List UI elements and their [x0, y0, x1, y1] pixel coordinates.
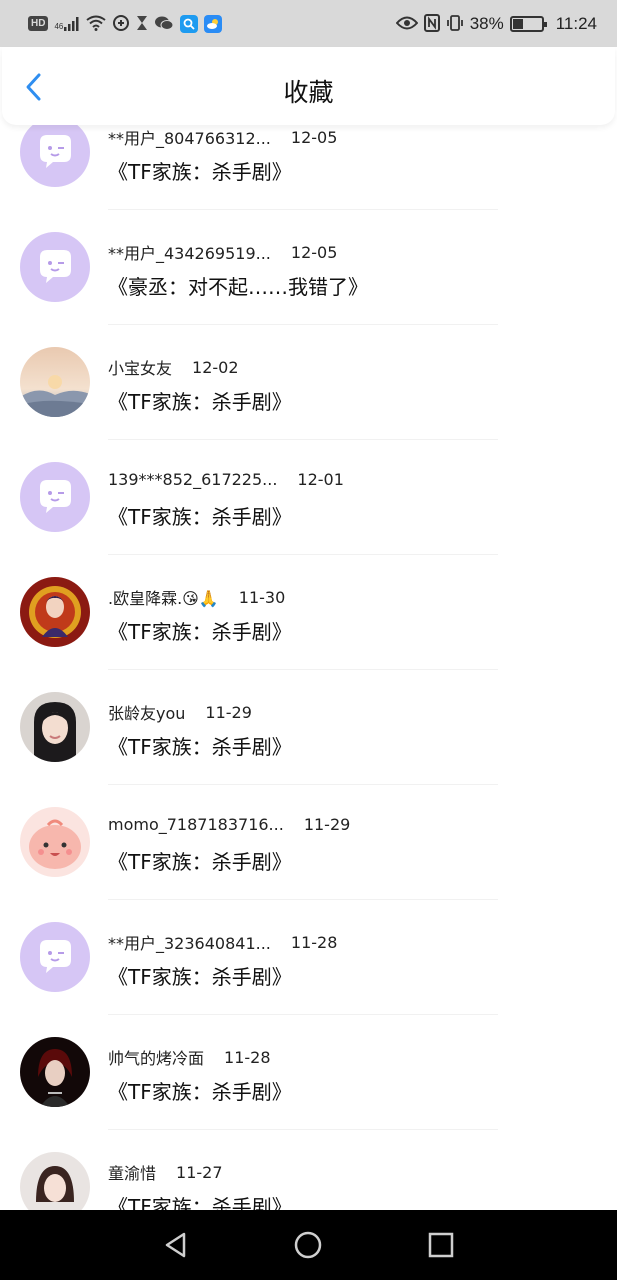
list-item[interactable]: **用户_323640841... 11-28 《TF家族：杀手剧》 [0, 900, 617, 1015]
eye-icon [395, 16, 419, 32]
item-meta: **用户_804766312... 12-05 [108, 125, 337, 149]
user-name: 帅气的烤冷面 [108, 1049, 205, 1068]
item-meta: momo_7187183716... 11-29 [108, 815, 350, 834]
vibrate-icon [446, 14, 464, 34]
user-name: 小宝女友 [108, 359, 173, 378]
status-bar: HD 46 38% 11:24 [0, 0, 617, 47]
list-item[interactable]: 张龄友you 11-29 《TF家族：杀手剧》 [0, 670, 617, 785]
list-item[interactable]: 帅气的烤冷面 11-28 《TF家族：杀手剧》 [0, 1015, 617, 1130]
drama-title[interactable]: 《TF家族：杀手剧》 [108, 731, 292, 760]
drama-title[interactable]: 《TF家族：杀手剧》 [108, 1191, 292, 1210]
avatar[interactable] [20, 117, 90, 187]
avatar[interactable] [20, 232, 90, 302]
item-date: 11-30 [238, 587, 286, 607]
item-date: 12-05 [290, 242, 338, 262]
drama-title[interactable]: 《TF家族：杀手剧》 [108, 386, 292, 415]
status-icons-right: 38% 11:24 [395, 13, 597, 34]
wechat-icon [154, 15, 174, 33]
item-meta: **用户_323640841... 11-28 [108, 930, 337, 954]
item-meta: 139***852_617225... 12-01 [108, 470, 344, 489]
user-name: **用户_434269519... [108, 244, 271, 263]
status-icons-left: HD 46 [28, 14, 396, 34]
signal-icon: 46 [54, 16, 80, 31]
item-meta: 帅气的烤冷面 11-28 [108, 1045, 271, 1069]
item-date: 12-02 [192, 357, 239, 377]
drama-title[interactable]: 《TF家族：杀手剧》 [108, 616, 292, 645]
avatar[interactable] [20, 692, 90, 762]
battery-fill [512, 18, 524, 29]
avatar[interactable] [20, 1037, 90, 1107]
list-item[interactable]: .欧皇降霖.😘🙏 11-30 《TF家族：杀手剧》 [0, 555, 617, 670]
drama-title[interactable]: 《TF家族：杀手剧》 [108, 1076, 292, 1105]
user-name: 139***852_617225... [108, 470, 278, 489]
user-name: 童渝惜 [108, 1164, 157, 1183]
nav-home-button[interactable] [288, 1225, 328, 1265]
user-name: .欧皇降霖.😘🙏 [108, 589, 219, 608]
app-header: 收藏 [2, 47, 615, 125]
favorites-list[interactable]: **用户_804766312... 12-05 《TF家族：杀手剧》 **用户_43… [0, 95, 617, 1210]
clock: 11:24 [555, 13, 597, 33]
item-date: 11-28 [224, 1047, 271, 1067]
battery-icon [509, 15, 547, 32]
page-title: 收藏 [283, 78, 334, 107]
weather-app-icon [204, 14, 223, 33]
item-date: 12-01 [297, 470, 344, 489]
item-meta: .欧皇降霖.😘🙏 11-30 [108, 585, 285, 609]
nav-recents-button[interactable] [421, 1225, 461, 1265]
item-date: 11-28 [290, 932, 338, 952]
user-name: 张龄友you [108, 704, 186, 723]
avatar[interactable] [20, 922, 90, 992]
avatar[interactable] [20, 1152, 90, 1210]
battery-percent: 38% [469, 13, 504, 33]
search-app-icon [180, 14, 199, 33]
list-item[interactable]: **用户_434269519... 12-05 《豪丞：对不起……我错了》 [0, 210, 617, 325]
item-meta: 张龄友you 11-29 [108, 700, 252, 724]
item-date: 11-29 [303, 815, 351, 834]
avatar[interactable] [20, 807, 90, 877]
triangle-back-icon [165, 1232, 186, 1258]
list-item[interactable]: 小宝女友 12-02 《TF家族：杀手剧》 [0, 325, 617, 440]
list-item[interactable]: momo_7187183716... 11-29 《TF家族：杀手剧》 [0, 785, 617, 900]
nfc-icon [423, 13, 440, 34]
item-meta: **用户_434269519... 12-05 [108, 240, 337, 264]
drama-title[interactable]: 《TF家族：杀手剧》 [108, 156, 292, 185]
system-nav-bar [0, 1210, 617, 1280]
network-type-label: 46 [54, 21, 64, 31]
drama-title[interactable]: 《豪丞：对不起……我错了》 [108, 271, 368, 300]
item-meta: 童渝惜 11-27 [108, 1160, 223, 1184]
item-date: 11-29 [205, 702, 252, 722]
user-name: **用户_804766312... [108, 129, 271, 148]
list-item[interactable]: 139***852_617225... 12-01 《TF家族：杀手剧》 [0, 440, 617, 555]
item-date: 12-05 [290, 127, 338, 147]
hourglass-icon [136, 15, 148, 33]
item-date: 11-27 [176, 1162, 223, 1182]
wifi-icon [86, 15, 106, 33]
item-meta: 小宝女友 12-02 [108, 355, 239, 379]
drama-title[interactable]: 《TF家族：杀手剧》 [108, 846, 292, 875]
avatar[interactable] [20, 577, 90, 647]
circle-home-icon [295, 1231, 322, 1259]
list-item[interactable]: 童渝惜 11-27 《TF家族：杀手剧》 [0, 1130, 617, 1210]
drama-title[interactable]: 《TF家族：杀手剧》 [108, 501, 292, 530]
nav-back-button[interactable] [156, 1225, 196, 1265]
hd-icon: HD [28, 16, 49, 31]
user-name: **用户_323640841... [108, 934, 271, 953]
data-saver-icon [112, 14, 130, 34]
user-name: momo_7187183716... [108, 815, 284, 834]
avatar[interactable] [20, 347, 90, 417]
avatar[interactable] [20, 462, 90, 532]
square-recents-icon [428, 1232, 454, 1258]
drama-title[interactable]: 《TF家族：杀手剧》 [108, 961, 292, 990]
